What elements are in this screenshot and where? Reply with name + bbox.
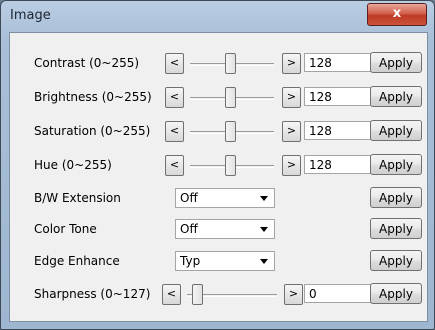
sharpness-slider-thumb[interactable] <box>192 284 203 305</box>
bw-extension-label: B/W Extension <box>34 191 121 205</box>
hue-value-field[interactable]: 128 <box>304 155 374 174</box>
color-tone-value: Off <box>180 222 198 236</box>
chevron-down-icon <box>260 196 268 201</box>
hue-apply-button[interactable]: Apply <box>370 154 422 175</box>
saturation-apply-button[interactable]: Apply <box>370 120 422 141</box>
chevron-down-icon <box>260 227 268 232</box>
color-tone-select[interactable]: Off <box>175 219 275 239</box>
bw-extension-apply-button[interactable]: Apply <box>370 187 422 208</box>
saturation-increase-button[interactable]: > <box>282 121 301 142</box>
brightness-label: Brightness (0~255) <box>34 90 152 104</box>
hue-increase-button[interactable]: > <box>282 155 301 176</box>
saturation-decrease-button[interactable]: < <box>165 121 184 142</box>
color-tone-apply-button[interactable]: Apply <box>370 218 422 239</box>
brightness-row: Brightness (0~255) < > 128 Apply <box>10 86 427 109</box>
brightness-apply-button[interactable]: Apply <box>370 86 422 107</box>
bw-extension-value: Off <box>180 191 198 205</box>
sharpness-decrease-button[interactable]: < <box>162 284 181 305</box>
window-title: Image <box>10 8 51 23</box>
saturation-slider-thumb[interactable] <box>225 121 236 142</box>
edge-enhance-label: Edge Enhance <box>34 254 120 268</box>
contrast-row: Contrast (0~255) < > 128 Apply <box>10 52 427 75</box>
hue-decrease-button[interactable]: < <box>165 155 184 176</box>
sharpness-label: Sharpness (0~127) <box>34 287 151 301</box>
bw-extension-select[interactable]: Off <box>175 188 275 208</box>
close-button[interactable]: x <box>367 3 427 26</box>
hue-row: Hue (0~255) < > 128 Apply <box>10 154 427 177</box>
sharpness-value-field[interactable]: 0 <box>304 284 374 303</box>
settings-panel: Contrast (0~255) < > 128 Apply Brightnes… <box>9 32 428 322</box>
edge-enhance-value: Typ <box>180 254 201 268</box>
chevron-down-icon <box>260 259 268 264</box>
image-window: Image x Contrast (0~255) < > 128 Apply B… <box>0 0 435 330</box>
contrast-label: Contrast (0~255) <box>34 56 140 70</box>
hue-slider-thumb[interactable] <box>225 155 236 176</box>
hue-label: Hue (0~255) <box>34 158 112 172</box>
color-tone-row: Color Tone Off Apply <box>10 218 427 241</box>
sharpness-row: Sharpness (0~127) < > 0 Apply <box>10 283 427 306</box>
sharpness-increase-button[interactable]: > <box>284 284 303 305</box>
brightness-value-field[interactable]: 128 <box>304 87 374 106</box>
contrast-slider-thumb[interactable] <box>225 53 236 74</box>
contrast-apply-button[interactable]: Apply <box>370 52 422 73</box>
saturation-row: Saturation (0~255) < > 128 Apply <box>10 120 427 143</box>
contrast-decrease-button[interactable]: < <box>165 53 184 74</box>
brightness-increase-button[interactable]: > <box>282 87 301 108</box>
contrast-value-field[interactable]: 128 <box>304 53 374 72</box>
brightness-decrease-button[interactable]: < <box>165 87 184 108</box>
edge-enhance-select[interactable]: Typ <box>175 251 275 271</box>
brightness-slider-thumb[interactable] <box>225 87 236 108</box>
saturation-label: Saturation (0~255) <box>34 124 151 138</box>
saturation-value-field[interactable]: 128 <box>304 121 374 140</box>
contrast-increase-button[interactable]: > <box>282 53 301 74</box>
sharpness-apply-button[interactable]: Apply <box>370 283 422 304</box>
bw-extension-row: B/W Extension Off Apply <box>10 187 427 210</box>
edge-enhance-row: Edge Enhance Typ Apply <box>10 250 427 273</box>
edge-enhance-apply-button[interactable]: Apply <box>370 250 422 271</box>
color-tone-label: Color Tone <box>34 222 97 236</box>
title-bar[interactable]: Image x <box>1 1 434 31</box>
